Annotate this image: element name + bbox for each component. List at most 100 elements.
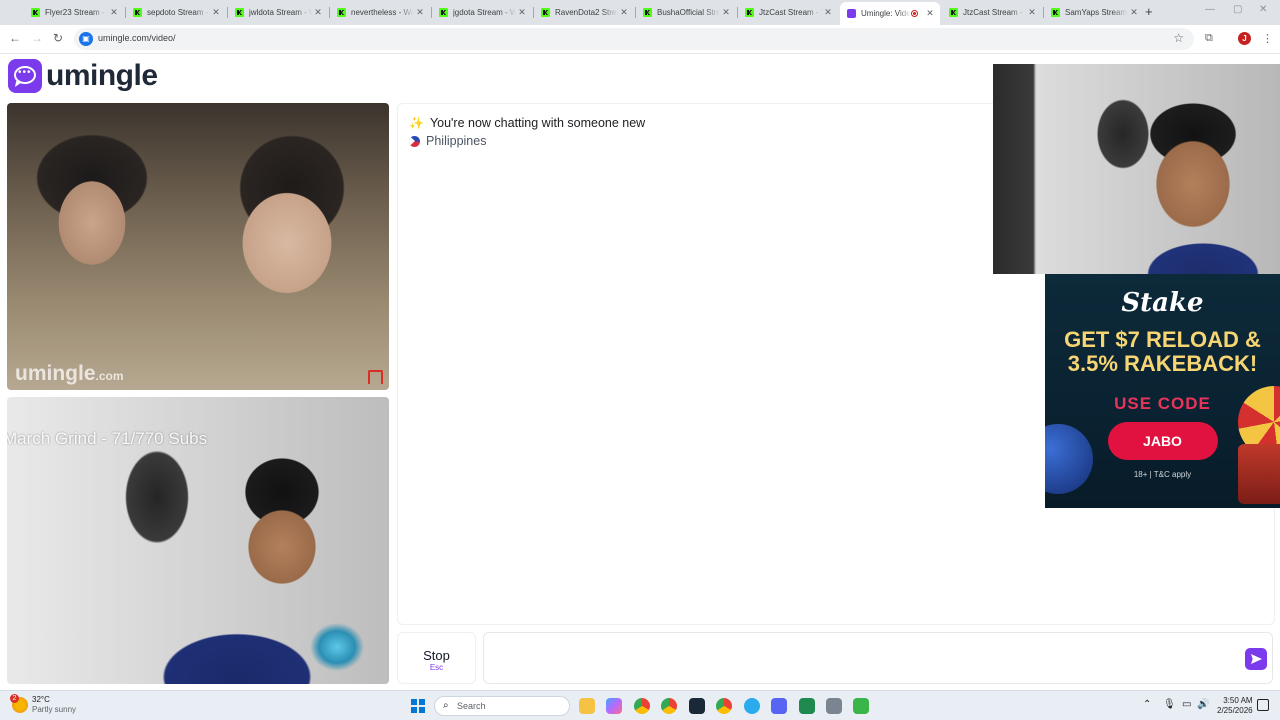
tab-title: SamYaps Stream - Watch SamYaps Live [1065,8,1128,17]
tab-title: JtzCast Stream - Watch JtzCast Live [759,8,822,17]
notification-bell-icon[interactable] [1257,699,1269,711]
close-tab-icon[interactable]: ✕ [516,7,528,18]
sparkle-icon: ✨ [409,116,424,130]
reload-icon[interactable]: ↻ [53,31,63,45]
weather-badge: 2 [10,694,19,703]
address-bar[interactable]: ▣ umingle.com/video/ ☆ [74,28,1194,50]
close-tab-icon[interactable]: ✕ [210,7,222,18]
volume-icon[interactable]: 🔊 [1197,699,1209,710]
browser-tab[interactable]: JtzCast Stream - Watch JtzCast Live ✕ [738,3,838,22]
tab-title: jgdota Stream - Watch jgdota Live on KIC… [453,8,516,17]
discord-icon[interactable] [771,698,787,714]
copilot-icon[interactable] [606,698,622,714]
umingle-logo[interactable]: umingle [8,59,158,93]
close-tab-icon[interactable]: ✕ [924,8,936,19]
close-window-icon[interactable]: ✕ [1259,4,1267,15]
recording-icon [911,10,918,17]
self-video: March Grind - 71/770 Subs [7,397,389,684]
report-flag-icon[interactable] [368,370,383,384]
search-label: Search [457,701,486,711]
chrome-icon[interactable] [634,698,650,714]
browser-tab[interactable]: jwldota Stream - Watch jwldota Live on K… [228,3,328,22]
forward-icon[interactable]: → [31,31,43,45]
extensions-icon[interactable]: ⧉ [1205,32,1213,45]
network-icon[interactable]: ▭ [1182,699,1191,710]
tab-title: sepdoto Stream - Watch sepdoto Live on K… [147,8,210,17]
windows-start-icon[interactable] [411,699,425,713]
browser-tab[interactable]: Flyer23 Stream - Watch Flyer23 Live on K… [24,3,124,22]
green-app-icon[interactable] [799,698,815,714]
steam-icon[interactable] [689,698,705,714]
url-text[interactable]: umingle.com/video/ [98,33,176,43]
close-tab-icon[interactable]: ✕ [312,7,324,18]
browser-tab[interactable]: RavenDota2 Stream - Watch RavenDota2 Liv… [534,3,634,22]
close-tab-icon[interactable]: ✕ [1026,7,1038,18]
browser-tab[interactable]: nevertheless - Watch nevertheless Live o… [330,3,430,22]
umingle-watermark: umingle.com [15,362,124,385]
kick-icon [541,8,550,17]
maximize-icon[interactable]: ▢ [1233,4,1242,15]
sun-icon: 2 [10,694,28,713]
bookmark-star-icon[interactable]: ☆ [1173,31,1184,45]
profile-avatar[interactable]: J [1238,32,1251,45]
chrome-icon[interactable] [661,698,677,714]
browser-tab[interactable]: BushaOfficial Stream - Watch Live ✕ [636,3,736,22]
weather-desc: Partly sunny [32,705,77,714]
streamer-webcam-overlay [993,64,1280,274]
tab-title: Umingle: Video Chat [861,9,911,18]
kick-icon [745,8,754,17]
back-icon[interactable]: ← [9,31,21,45]
kick-icon [1051,8,1060,17]
stop-button[interactable]: Stop Esc [397,632,476,684]
kick-icon [439,8,448,17]
browser-menu-icon[interactable]: ⋮ [1262,32,1273,45]
chrome-icon[interactable] [716,698,732,714]
philippines-flag-icon [409,135,420,147]
stream-goal-overlay: March Grind - 71/770 Subs [7,429,208,448]
settings-app-icon[interactable] [826,698,842,714]
search-icon: ⌕ [443,700,449,711]
new-tab-icon[interactable]: + [1145,4,1153,19]
close-tab-icon[interactable]: ✕ [720,7,732,18]
browser-tab-active[interactable]: Umingle: Video Chat ✕ [840,2,940,25]
tab-title: Flyer23 Stream - Watch Flyer23 Live on K… [45,8,108,17]
close-tab-icon[interactable]: ✕ [414,7,426,18]
close-tab-icon[interactable]: ✕ [108,7,120,18]
kick-icon [31,8,40,17]
minimize-icon[interactable]: — [1205,4,1215,15]
tab-title: BushaOfficial Stream - Watch Live [657,8,720,17]
tab-title: JtzCast Stream - Watch JtzCast Live [963,8,1026,17]
browser-tab[interactable]: jgdota Stream - Watch jgdota Live on KIC… [432,3,532,22]
close-tab-icon[interactable]: ✕ [822,7,834,18]
clock-date: 2/25/2026 [1217,706,1253,715]
slot-machine-graphic [1238,444,1280,504]
send-icon[interactable] [1245,648,1267,670]
weather-widget[interactable]: 2 32°C Partly sunny [10,694,77,715]
tab-title: nevertheless - Watch nevertheless Live o… [351,8,414,17]
browser-tab[interactable]: JtzCast Stream - Watch JtzCast Live ✕ [942,3,1042,22]
file-explorer-icon[interactable] [579,698,595,714]
tab-title: jwldota Stream - Watch jwldota Live on K… [249,8,312,17]
spreadsheet-app-icon[interactable] [853,698,869,714]
site-info-icon[interactable]: ▣ [79,32,93,46]
close-tab-icon[interactable]: ✕ [618,7,630,18]
tray-overflow-icon[interactable]: ⌃ [1143,699,1151,710]
ad-headline-line2: 3.5% RAKEBACK! [1067,351,1258,376]
close-tab-icon[interactable]: ✕ [1128,7,1140,18]
stop-shortcut-hint: Esc [429,663,444,672]
stranger-video: umingle.com [7,103,389,390]
microphone-icon[interactable]: 🎙 [1163,699,1176,710]
ad-headline: GET $7 RELOAD & 3.5% RAKEBACK! [1045,328,1280,376]
kick-icon [235,8,244,17]
telegram-icon[interactable] [744,698,760,714]
browser-tab[interactable]: SamYaps Stream - Watch SamYaps Live ✕ [1044,3,1144,22]
stop-button-label: Stop [423,648,450,663]
ad-headline-line1: GET $7 RELOAD & [1064,327,1261,352]
message-input[interactable] [483,632,1273,684]
stake-ad-overlay: Stake GET $7 RELOAD & 3.5% RAKEBACK! USE… [1045,274,1280,508]
system-clock[interactable]: 3:50 AM 2/25/2026 [1217,696,1253,716]
browser-tab[interactable]: sepdoto Stream - Watch sepdoto Live on K… [126,3,226,22]
taskbar-search[interactable]: ⌕ Search [434,696,570,716]
kick-icon [643,8,652,17]
browser-toolbar: ← → ↻ ▣ umingle.com/video/ ☆ ⧉ J ⋮ [0,25,1280,54]
